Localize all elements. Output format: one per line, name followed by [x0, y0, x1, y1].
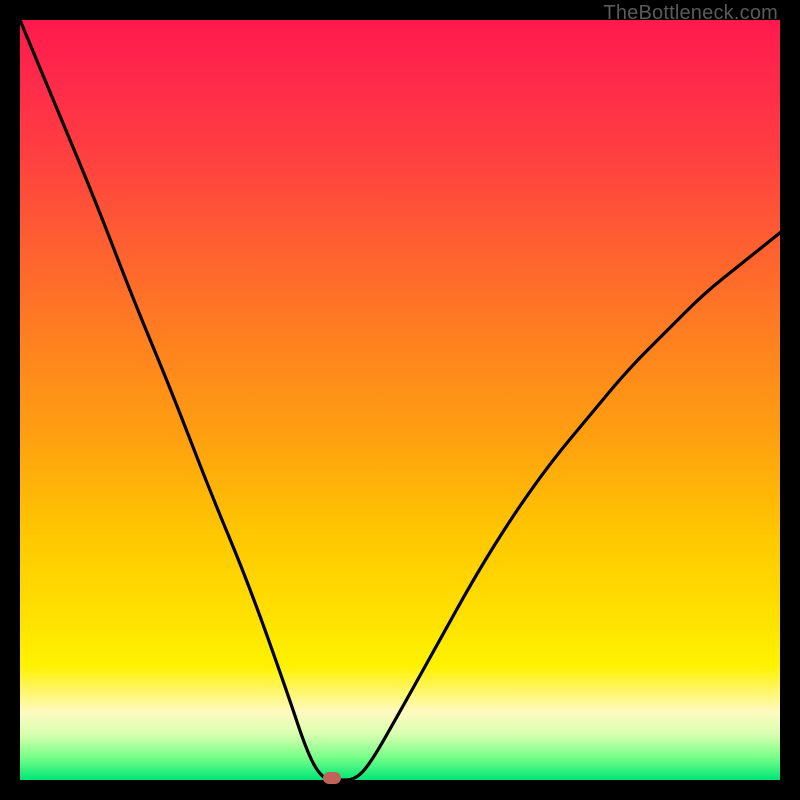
chart-frame: TheBottleneck.com — [0, 0, 800, 800]
bottleneck-curve — [20, 20, 780, 780]
optimal-marker — [323, 772, 341, 784]
watermark-text: TheBottleneck.com — [603, 2, 778, 25]
plot-area — [20, 20, 780, 780]
